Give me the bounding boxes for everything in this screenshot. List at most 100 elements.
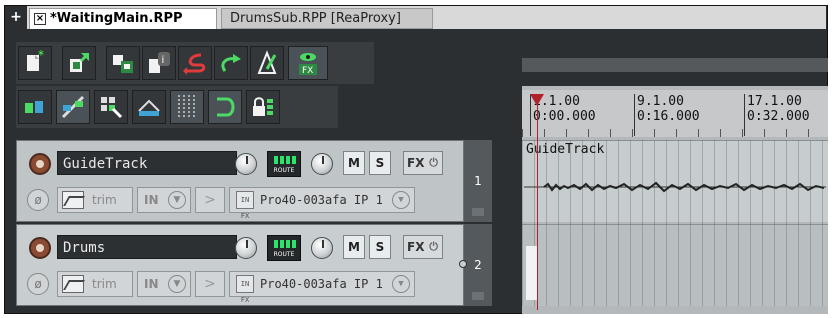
- fx-label: FX: [407, 156, 425, 170]
- folder-icon[interactable]: [472, 292, 484, 300]
- automation-mode-button[interactable]: trim: [57, 187, 133, 213]
- tab-waiting-main[interactable]: × *WaitingMain.RPP: [29, 8, 217, 29]
- new-project-button[interactable]: *: [18, 46, 52, 80]
- phase-button[interactable]: ø: [27, 273, 49, 295]
- envelope-icon: [62, 191, 84, 209]
- save-project-icon: [113, 55, 133, 73]
- mute-button[interactable]: M: [343, 235, 365, 259]
- track-lane-drums[interactable]: [522, 224, 828, 306]
- svg-text:*: *: [38, 49, 44, 62]
- input-fx-icon: IN FX: [236, 275, 254, 304]
- tab-label: DrumsSub.RPP [ReaProxy]: [230, 11, 401, 26]
- chevron-down-icon: ▼: [168, 275, 186, 293]
- folder-link-dot: [459, 260, 467, 268]
- input-monitor-button[interactable]: IN ▼: [137, 271, 191, 297]
- folder-icon[interactable]: [472, 208, 484, 216]
- lock-button[interactable]: [246, 90, 280, 124]
- fx-button[interactable]: FX ⏻: [403, 235, 443, 259]
- input-fx-button[interactable]: >: [195, 187, 225, 213]
- snap-grid-icon: [101, 97, 123, 119]
- main-toolbar: * i FX: [16, 42, 374, 84]
- route-button[interactable]: ROUTE: [267, 235, 301, 261]
- track-number-1[interactable]: 1: [464, 140, 492, 222]
- metronome-button[interactable]: [250, 46, 284, 80]
- svg-text:i: i: [162, 55, 165, 66]
- in-label: IN: [144, 193, 159, 207]
- automation-mode-button[interactable]: trim: [57, 271, 133, 297]
- new-project-icon: *: [27, 49, 44, 71]
- record-arm-button[interactable]: [29, 153, 51, 175]
- record-input-select[interactable]: IN FX Pro40-003afa IP 1 ▼: [229, 187, 415, 220]
- fx-view-icon: FX: [299, 53, 317, 76]
- chevron-down-icon: ▼: [392, 275, 410, 293]
- edit-cursor: [537, 96, 538, 310]
- undo-button[interactable]: [178, 46, 212, 80]
- item-grouping-button[interactable]: [18, 90, 52, 124]
- open-project-icon: [70, 53, 89, 72]
- track-control-panel-2: Drums ROUTE M S FX ⏻ ø trim IN ▼ > IN FX Pr…: [16, 224, 464, 306]
- fx-label: FX: [407, 240, 425, 254]
- save-project-button[interactable]: [106, 46, 140, 80]
- chevron-down-icon: ▼: [392, 191, 410, 209]
- input-fx-button[interactable]: >: [195, 271, 225, 297]
- snap-grid-button[interactable]: [94, 90, 128, 124]
- project-tab-bar: + × *WaitingMain.RPP DrumsSub.RPP [ReaPro…: [5, 6, 826, 29]
- volume-knob[interactable]: [235, 237, 257, 259]
- volume-knob[interactable]: [235, 153, 257, 175]
- fx-button[interactable]: FX ⏻: [403, 151, 443, 175]
- track-number-label: 2: [474, 258, 482, 272]
- input-label: Pro40-003afa IP 1: [260, 277, 383, 291]
- auto-crossfade-button[interactable]: [132, 90, 166, 124]
- loop-button[interactable]: [208, 90, 242, 124]
- record-arm-button[interactable]: [29, 237, 51, 259]
- auto-crossfade-icon: [138, 99, 160, 116]
- item-grouping-icon: [25, 101, 43, 113]
- record-input-select[interactable]: IN FX Pro40-003afa IP 1 ▼: [229, 271, 415, 304]
- mute-button[interactable]: M: [343, 151, 365, 175]
- input-label: Pro40-003afa IP 1: [260, 193, 383, 207]
- ripple-edit-button[interactable]: [56, 90, 90, 124]
- route-button[interactable]: ROUTE: [267, 151, 301, 177]
- solo-button[interactable]: S: [369, 151, 391, 175]
- loop-icon: [217, 97, 235, 117]
- chevron-down-icon: ▼: [168, 191, 186, 209]
- envelope-icon: [62, 275, 84, 293]
- pan-knob[interactable]: [311, 153, 333, 175]
- new-tab-button[interactable]: +: [5, 6, 27, 29]
- metronome-icon: [257, 50, 277, 74]
- track-control-panel-1: GuideTrack ROUTE M S FX ⏻ ø trim IN ▼ > IN…: [16, 140, 464, 222]
- ripple-edit-icon: [61, 95, 85, 119]
- grid-lines-button[interactable]: [170, 90, 204, 124]
- tab-label: *WaitingMain.RPP: [50, 11, 183, 26]
- automation-label: trim: [92, 193, 117, 207]
- project-info-button[interactable]: i: [142, 46, 176, 80]
- solo-button[interactable]: S: [369, 235, 391, 259]
- track-name-field[interactable]: Drums: [57, 235, 237, 259]
- phase-button[interactable]: ø: [27, 189, 49, 211]
- power-icon[interactable]: ⏻: [429, 236, 438, 258]
- pan-knob[interactable]: [311, 237, 333, 259]
- svg-text:FX: FX: [302, 66, 313, 76]
- tab-drums-sub[interactable]: DrumsSub.RPP [ReaProxy]: [221, 8, 433, 29]
- automation-label: trim: [92, 277, 117, 291]
- project-info-icon: i: [149, 52, 170, 73]
- undo-icon: [183, 53, 206, 75]
- track-number-2[interactable]: 2: [464, 224, 492, 306]
- open-project-button[interactable]: [62, 46, 96, 80]
- fx-view-button[interactable]: FX: [288, 46, 328, 80]
- ruler-ticks: [522, 129, 828, 137]
- playhead-marker[interactable]: [530, 94, 544, 106]
- input-fx-icon: IN FX: [236, 191, 254, 220]
- track-name-field[interactable]: GuideTrack: [57, 151, 237, 175]
- audio-waveform: [524, 181, 826, 193]
- timeline-ruler[interactable]: 1.1.00 0:00.000 9.1.00 0:16.000 17.1.00 0:3…: [522, 90, 828, 137]
- close-tab-icon[interactable]: ×: [34, 12, 46, 25]
- track-number-label: 1: [474, 174, 482, 188]
- redo-icon: [221, 54, 241, 72]
- power-icon[interactable]: ⏻: [429, 152, 438, 174]
- input-monitor-button[interactable]: IN ▼: [137, 187, 191, 213]
- redo-button[interactable]: [214, 46, 248, 80]
- lock-icon: [253, 97, 273, 116]
- in-label: IN: [144, 277, 159, 291]
- grid-lines-icon: [178, 95, 195, 119]
